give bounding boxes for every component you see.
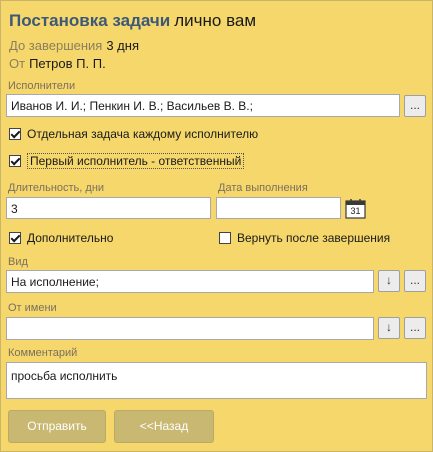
executors-browse-button[interactable]: ... [404, 95, 426, 117]
from-label: От [9, 56, 26, 71]
from-value: Петров П. П. [29, 56, 106, 71]
kind-arrow-down-button[interactable]: ↓ [378, 270, 400, 292]
duration-input[interactable]: 3 [6, 197, 211, 219]
first-responsible-label: Первый исполнитель - ответственный [27, 153, 245, 169]
kind-browse-button[interactable]: ... [404, 270, 426, 292]
title-suffix: лично вам [174, 11, 257, 30]
return-after-check-icon [219, 232, 231, 244]
from-line: От Петров П. П. [9, 56, 106, 71]
duration-label: Длительность, дни [8, 182, 105, 194]
calendar-icon[interactable]: 31 [345, 198, 366, 219]
on-behalf-input[interactable] [6, 317, 374, 340]
task-panel: Постановка задачи лично вам До завершения… [0, 0, 433, 452]
first-responsible-check-icon [9, 155, 21, 167]
due-date-label: Дата выполнения [218, 182, 308, 194]
calendar-day: 31 [350, 206, 361, 216]
comment-label: Комментарий [8, 347, 78, 359]
executors-label: Исполнители [8, 80, 76, 92]
on-behalf-label: От имени [8, 302, 57, 314]
separate-task-check-icon [9, 128, 21, 140]
kind-label: Вид [8, 256, 28, 268]
title-main: Постановка задачи [9, 11, 171, 30]
deadline-label: До завершения [9, 38, 103, 53]
additional-label: Дополнительно [27, 231, 114, 245]
page-title: Постановка задачи лично вам [9, 11, 256, 31]
executors-input[interactable]: Иванов И. И.; Пенкин И. В.; Васильев В. … [6, 94, 400, 117]
due-date-input[interactable] [216, 197, 341, 219]
separate-task-checkbox[interactable]: Отдельная задача каждому исполнителю [9, 127, 258, 141]
send-button[interactable]: Отправить [8, 410, 106, 443]
deadline-line: До завершения 3 дня [9, 38, 139, 53]
deadline-value: 3 дня [106, 38, 139, 53]
separate-task-label: Отдельная задача каждому исполнителю [27, 127, 259, 141]
first-responsible-checkbox[interactable]: Первый исполнитель - ответственный [9, 153, 245, 169]
additional-checkbox[interactable]: Дополнительно [9, 231, 113, 245]
on-behalf-arrow-down-button[interactable]: ↓ [378, 317, 400, 339]
comment-textarea[interactable]: просьба исполнить [6, 362, 427, 399]
return-after-checkbox[interactable]: Вернуть после завершения [219, 231, 390, 245]
return-after-label: Вернуть после завершения [237, 231, 391, 245]
additional-check-icon [9, 232, 21, 244]
on-behalf-browse-button[interactable]: ... [404, 317, 426, 339]
kind-input[interactable]: На исполнение; [6, 270, 374, 293]
back-button[interactable]: <<Назад [114, 410, 214, 443]
